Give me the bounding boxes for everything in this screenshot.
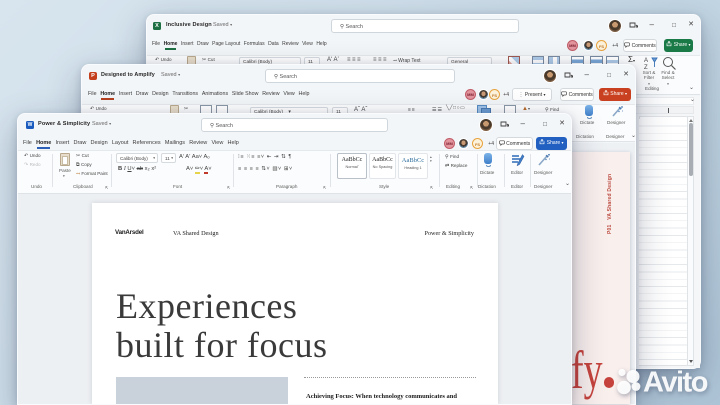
svg-text:Avito: Avito [643, 367, 708, 399]
svg-text:A: A [644, 58, 648, 64]
